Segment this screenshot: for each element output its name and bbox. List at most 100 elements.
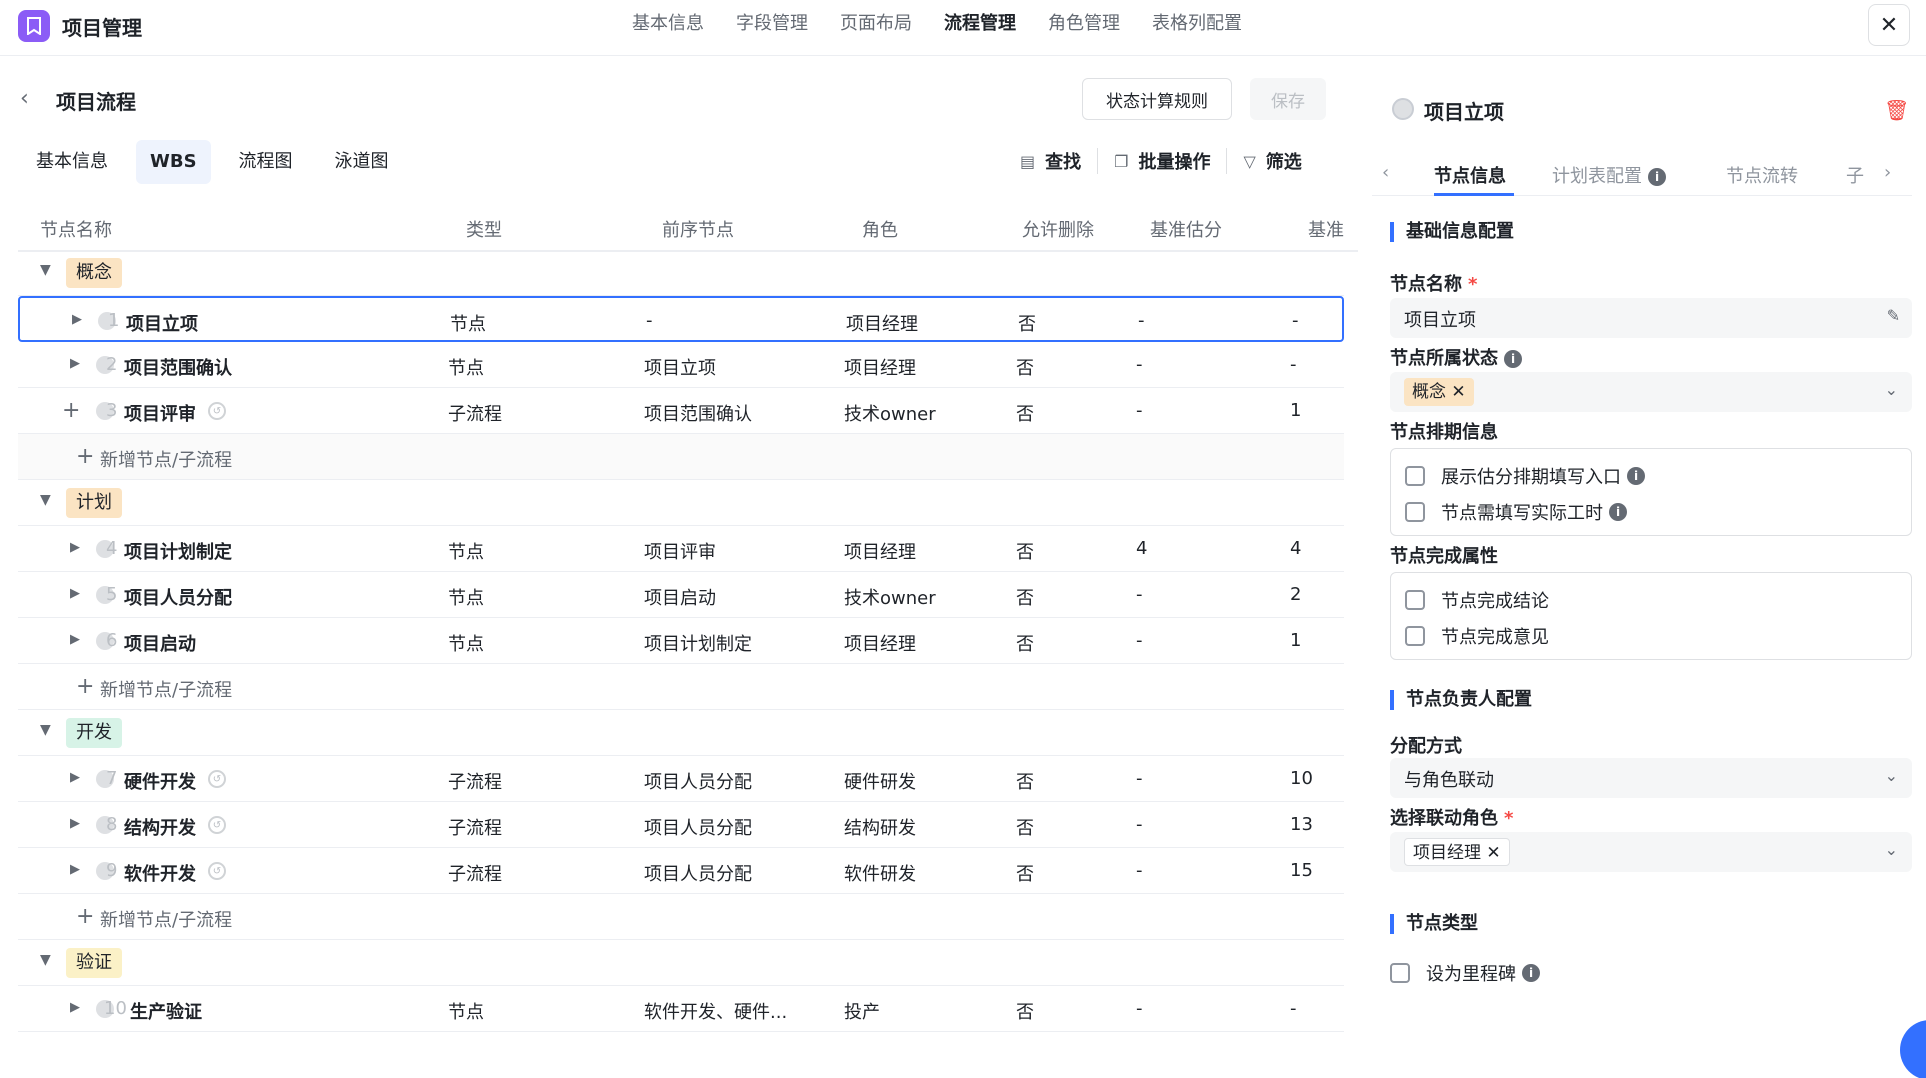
col-type[interactable]: 类型 (466, 216, 502, 242)
table-body: ▼ 概念 ▶ 1 项目立项 节点 - 项目经理否 - - ▶ 2 项目范围确认 节点 项目立项 项目经理否 - -… (18, 250, 1344, 1032)
group-row[interactable]: ▼ 验证 (18, 940, 1344, 986)
top-nav-layout[interactable]: 页面布局 (840, 12, 912, 36)
subflow-icon: ↺ (208, 862, 226, 880)
caret-right-icon[interactable]: ▶ (70, 816, 80, 831)
tab-sub[interactable]: 子 (1846, 162, 1864, 188)
caret-right-icon[interactable]: ▶ (70, 632, 80, 647)
row-name[interactable]: 软件开发 (124, 860, 196, 886)
caret-right-icon[interactable]: ▶ (70, 862, 80, 877)
tab-node-transition[interactable]: 节点流转 (1726, 162, 1798, 188)
row-deletable: 否 (1016, 634, 1034, 655)
row-index: 9 (106, 860, 118, 881)
node-status-select[interactable]: 概念 ✕ ⌄ (1390, 372, 1912, 412)
table-row[interactable]: ▶ 4 项目计划制定 节点 项目评审 项目经理 否 4 4 (18, 526, 1344, 572)
checkbox[interactable] (1405, 502, 1425, 522)
group-row[interactable]: ▼ 计划 (18, 480, 1344, 526)
tab-flowchart[interactable]: 流程图 (225, 140, 307, 184)
schedule-option-1[interactable]: 展示估分排期填写入口 i (1405, 463, 1645, 489)
table-row[interactable]: ▶ 9 软件开发 ↺ 子流程 项目人员分配 软件研发 否 - 15 (18, 848, 1344, 894)
row-name[interactable]: 项目计划制定 (124, 538, 232, 564)
status-tag-label: 概念 (1412, 382, 1446, 402)
row-prev: 项目立项 (644, 358, 716, 379)
caret-down-icon[interactable]: ▼ (40, 492, 51, 508)
caret-down-icon[interactable]: ▼ (40, 262, 51, 278)
caret-down-icon[interactable]: ▼ (40, 722, 51, 738)
top-nav-roles[interactable]: 角色管理 (1048, 12, 1120, 36)
batch-label: 批量操作 (1138, 152, 1211, 173)
table-row[interactable]: ▶ 8 结构开发 ↺ 子流程 项目人员分配 结构研发 否 - 13 (18, 802, 1344, 848)
row-name[interactable]: 硬件开发 (124, 768, 196, 794)
row-name[interactable]: 项目立项 (126, 310, 198, 336)
caret-right-icon[interactable]: ▶ (70, 356, 80, 371)
row-name[interactable]: 结构开发 (124, 814, 196, 840)
remove-tag-icon[interactable]: ✕ (1486, 843, 1500, 863)
table-row[interactable]: ▶ 5 项目人员分配 节点 项目启动 技术owner 否 - 2 (18, 572, 1344, 618)
col-prev[interactable]: 前序节点 (662, 216, 734, 242)
table-row[interactable]: ▶ 7 硬件开发 ↺ 子流程 项目人员分配 硬件研发 否 - 10 (18, 756, 1344, 802)
filter-button[interactable]: ▽ 筛选 (1227, 148, 1317, 174)
col-estimate[interactable]: 基准估分 (1150, 216, 1222, 242)
tab-basic-info[interactable]: 基本信息 (22, 140, 122, 184)
milestone-option[interactable]: 设为里程碑 i (1390, 960, 1540, 986)
app-logo-icon (18, 10, 50, 42)
role-select[interactable]: 项目经理 ✕ ⌄ (1390, 832, 1912, 872)
col-base[interactable]: 基准 (1308, 216, 1344, 242)
complete-option-1[interactable]: 节点完成结论 (1405, 587, 1549, 613)
tabs-next-icon[interactable]: › (1884, 162, 1891, 183)
checkbox[interactable] (1390, 963, 1410, 983)
add-node-row[interactable]: + 新增节点/子流程 (18, 894, 1344, 940)
col-role[interactable]: 角色 (862, 216, 898, 242)
checkbox[interactable] (1405, 590, 1425, 610)
tab-wbs[interactable]: WBS (136, 140, 211, 184)
node-name-input[interactable]: 项目立项 ✎ (1390, 298, 1912, 338)
checkbox[interactable] (1405, 626, 1425, 646)
tabs-prev-icon[interactable]: ‹ (1382, 162, 1389, 183)
row-name[interactable]: 项目范围确认 (124, 354, 232, 380)
row-name[interactable]: 项目启动 (124, 630, 196, 656)
table-row[interactable]: ▶ 10 生产验证 节点 软件开发、硬件... 投产 否 - - (18, 986, 1344, 1032)
add-node-row[interactable]: + 新增节点/子流程 (18, 434, 1344, 480)
tab-node-info[interactable]: 节点信息 (1434, 162, 1506, 188)
back-chevron-icon[interactable]: ‹ (20, 86, 29, 111)
table-row[interactable]: ▶ 1 项目立项 节点 - 项目经理 否 - - (18, 296, 1344, 342)
top-nav-workflow[interactable]: 流程管理 (944, 12, 1016, 36)
caret-down-icon[interactable]: ▼ (40, 952, 51, 968)
top-nav-fields[interactable]: 字段管理 (736, 12, 808, 36)
top-nav-basic[interactable]: 基本信息 (632, 12, 704, 36)
checkbox[interactable] (1405, 466, 1425, 486)
col-name[interactable]: 节点名称 (40, 216, 112, 242)
tab-swimlane[interactable]: 泳道图 (321, 140, 403, 184)
close-button[interactable]: ✕ (1868, 4, 1910, 46)
table-row[interactable]: ▶ 6 项目启动 节点 项目计划制定 项目经理 否 - 1 (18, 618, 1344, 664)
table-row[interactable]: +3 项目评审 ↺ 子流程 项目范围确认 技术owner 否 - 1 (18, 388, 1344, 434)
row-index: 7 (106, 768, 118, 789)
assign-select[interactable]: 与角色联动 ⌄ (1390, 758, 1912, 798)
caret-right-icon[interactable]: ▶ (70, 770, 80, 785)
caret-right-icon[interactable]: ▶ (72, 312, 82, 327)
row-name[interactable]: 项目评审 (124, 400, 196, 426)
plus-icon: + (76, 674, 95, 699)
top-nav-columns[interactable]: 表格列配置 (1152, 12, 1242, 36)
table-row[interactable]: ▶ 2 项目范围确认 节点 项目立项 项目经理 否 - - (18, 342, 1344, 388)
group-row[interactable]: ▼ 开发 (18, 710, 1344, 756)
schedule-option-2[interactable]: 节点需填写实际工时 i (1405, 499, 1627, 525)
row-name[interactable]: 生产验证 (130, 998, 202, 1024)
group-row[interactable]: ▼ 概念 (18, 250, 1344, 296)
trash-icon[interactable]: 🗑 (1884, 98, 1909, 122)
save-button[interactable]: 保存 (1250, 78, 1326, 120)
caret-right-icon[interactable]: ▶ (70, 1000, 80, 1015)
add-node-row[interactable]: + 新增节点/子流程 (18, 664, 1344, 710)
status-rule-button[interactable]: 状态计算规则 (1082, 78, 1232, 120)
row-name[interactable]: 项目人员分配 (124, 584, 232, 610)
tab-plan-config[interactable]: 计划表配置 i (1552, 162, 1666, 188)
find-button[interactable]: ▤ 查找 (1004, 148, 1099, 174)
row-base: 10 (1290, 768, 1313, 789)
caret-right-icon[interactable]: ▶ (70, 586, 80, 601)
batch-button[interactable]: ❐ 批量操作 (1098, 148, 1228, 174)
remove-tag-icon[interactable]: ✕ (1451, 382, 1465, 402)
edit-icon[interactable]: ✎ (1887, 306, 1900, 325)
col-deletable[interactable]: 允许删除 (1022, 216, 1094, 242)
add-child-icon[interactable]: + (62, 398, 80, 423)
complete-option-2[interactable]: 节点完成意见 (1405, 623, 1549, 649)
caret-right-icon[interactable]: ▶ (70, 540, 80, 555)
